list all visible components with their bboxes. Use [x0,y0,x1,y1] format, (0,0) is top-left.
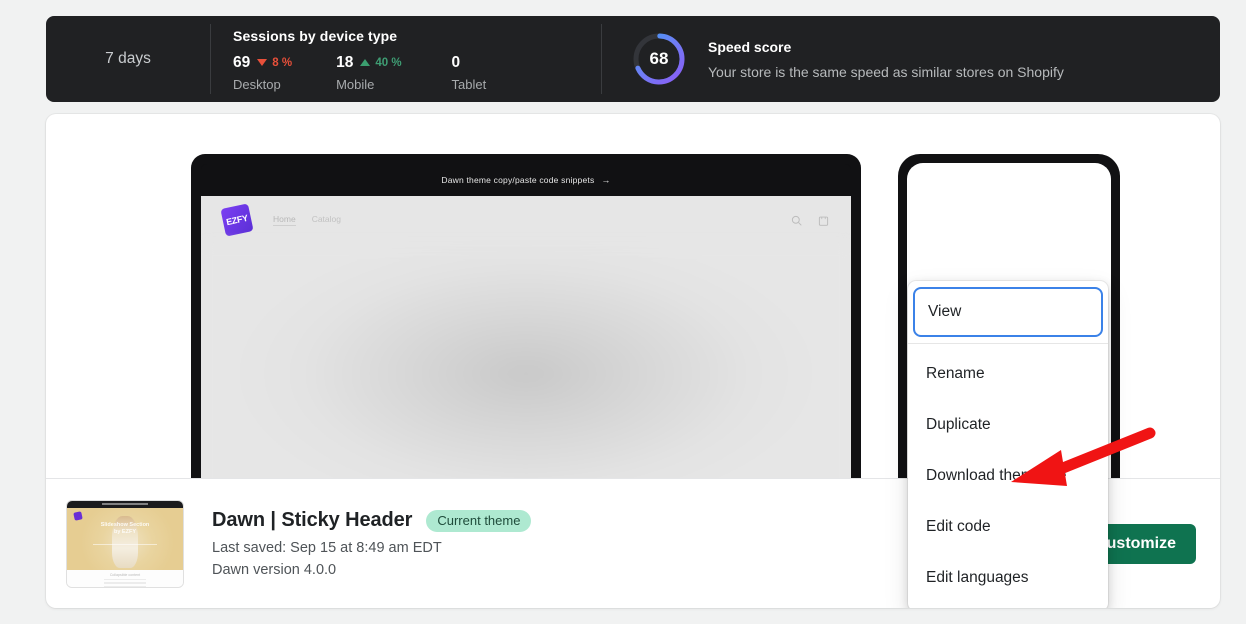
menu-item-duplicate[interactable]: Duplicate [908,399,1108,450]
metric-desktop: 69 8 % Desktop [233,53,293,93]
metric-mobile-delta: 40 % [375,56,402,69]
search-icon [791,215,802,226]
metric-mobile-value: 18 [336,53,354,71]
theme-last-saved: Last saved: Sep 15 at 8:49 am EDT [212,540,442,556]
cart-icon [818,216,829,226]
menu-separator [908,343,1108,344]
theme-thumbnail: Slideshow Section by EZFY Collapsible co… [66,499,184,588]
trend-down-icon [257,59,268,66]
speed-score-subtitle: Your store is the same speed as similar … [708,63,1064,80]
store-logo: EZFY [220,203,254,237]
theme-name: Dawn | Sticky Header [212,509,413,531]
theme-details: Dawn | Sticky Header Current theme Last … [212,509,532,578]
nav-item-home: Home [273,214,296,226]
current-theme-card: Dawn theme copy/paste code snippets → EZ… [46,114,1220,608]
menu-item-view[interactable]: View [913,287,1103,337]
metric-tablet-label: Tablet [451,77,487,92]
theme-version: Dawn version 4.0.0 [212,562,337,578]
metric-tablet: 0 Tablet [451,53,487,93]
thumbnail-footer: Collapsible content [67,569,183,587]
thumbnail-hero-text: Slideshow Section by EZFY [67,522,183,536]
metric-desktop-value: 69 [233,53,251,71]
storefront-content-blur [201,244,851,478]
menu-item-download-theme-file[interactable]: Download theme file [908,450,1108,501]
thumbnail-logo [73,510,83,521]
thumbnail-footer-caption: Collapsible content [109,572,141,577]
metric-desktop-label: Desktop [233,77,281,92]
theme-actions-menu: View Rename Duplicate Download theme fil… [908,281,1108,608]
menu-item-rename[interactable]: Rename [908,348,1108,399]
theme-page: 7 days Sessions by device type 69 8 % De… [0,0,1246,624]
speed-score-gauge: 68 [630,30,688,88]
storefront-header: EZFY Home Catalog [201,196,851,244]
status-badge: Current theme [426,509,532,532]
thumbnail-divider [92,543,158,545]
thumbnail-hero-line1: Slideshow Section [100,521,150,528]
thumbnail-hero: Slideshow Section by EZFY [67,507,183,570]
nav-item-catalog: Catalog [311,214,341,224]
speed-score-panel: 68 Speed score Your store is the same sp… [602,16,1220,102]
metric-mobile-label: Mobile [336,77,375,92]
date-range-label: 7 days [105,50,151,67]
metric-mobile: 18 40 % Mobile [336,53,402,93]
storefront-body: EZFY Home Catalog [201,196,851,478]
menu-item-edit-code[interactable]: Edit code [908,501,1108,552]
store-stats-bar: 7 days Sessions by device type 69 8 % De… [46,16,1220,102]
metric-desktop-delta: 8 % [272,56,293,69]
desktop-preview-screen: Dawn theme copy/paste code snippets → EZ… [201,164,851,478]
desktop-preview-mockup: Dawn theme copy/paste code snippets → EZ… [191,154,861,478]
metric-tablet-value: 0 [451,53,461,71]
thumbnail-footer-lines [104,578,146,587]
storefront-header-icons [791,215,829,226]
thumbnail-announcement-bar [67,500,183,508]
arrow-right-icon: → [601,175,611,185]
trend-up-icon [360,59,371,66]
sessions-title: Sessions by device type [233,28,398,44]
menu-item-edit-languages[interactable]: Edit languages [908,552,1108,603]
speed-score-value: 68 [649,49,669,68]
device-metrics-row: 69 8 % Desktop 18 40 % Mobile 0 Tablet [233,53,601,93]
announcement-bar: Dawn theme copy/paste code snippets → [201,164,851,196]
speed-score-title: Speed score [708,38,792,55]
sessions-by-device-panel: Sessions by device type 69 8 % Desktop 1… [211,16,601,102]
theme-title-row: Dawn | Sticky Header Current theme [212,509,532,532]
thumbnail-hero-line2: by EZFY [113,528,136,535]
storefront-nav: Home Catalog [273,214,341,226]
announcement-text: Dawn theme copy/paste code snippets [441,175,595,185]
